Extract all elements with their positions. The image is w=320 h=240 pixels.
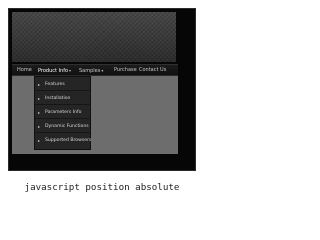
bullet-arrow-icon: ▸ (38, 82, 41, 87)
dropdown-item-label: Installation (45, 96, 71, 101)
dropdown-item-supported-browsers[interactable]: ▸ Supported Browsers (35, 134, 92, 147)
dropdown-item-parameters-info[interactable]: ▸ Parameters Info (35, 106, 90, 119)
dropdown-item-installation[interactable]: ▸ Installation (35, 92, 90, 105)
dropdown-item-dynamic-functions[interactable]: ▸ Dynamic Functions (35, 120, 90, 133)
bullet-arrow-icon: ▸ (38, 96, 41, 101)
menu-item-home[interactable]: Home (17, 65, 32, 76)
dropdown-item-label: Features (45, 82, 65, 87)
menu-item-contact-us[interactable]: Contact Us (139, 65, 166, 76)
dropdown-item-label: Dynamic Functions (45, 124, 89, 129)
dropdown-item-label: Supported Browsers (45, 138, 92, 143)
bullet-arrow-icon: ▸ (38, 138, 41, 143)
header-banner (12, 12, 176, 62)
dropdown-item-features[interactable]: ▸ Features (35, 78, 90, 91)
menu-item-label: Samples (79, 68, 101, 74)
bullet-arrow-icon: ▸ (38, 124, 41, 129)
menu-item-label: Home (17, 67, 32, 73)
menu-item-product-info[interactable]: Product Info▾ (38, 65, 71, 76)
bullet-arrow-icon: ▸ (38, 110, 41, 115)
menu-bar: Home Product Info▾ Samples▾ Purchase Con… (12, 64, 178, 76)
dropdown-menu: ▸ Features ▸ Installation ▸ Parameters I… (34, 76, 91, 150)
menu-item-label: Product Info (38, 68, 69, 74)
chevron-down-icon: ▾ (69, 68, 72, 73)
menu-item-label: Contact Us (139, 67, 167, 73)
menu-item-samples[interactable]: Samples▾ (79, 65, 103, 76)
dropdown-item-label: Parameters Info (45, 110, 82, 115)
caption-text: javascript position absolute (24, 182, 180, 193)
menu-item-label: Purchase (114, 67, 137, 73)
menu-item-purchase[interactable]: Purchase (114, 65, 137, 76)
chevron-down-icon: ▾ (101, 68, 104, 73)
